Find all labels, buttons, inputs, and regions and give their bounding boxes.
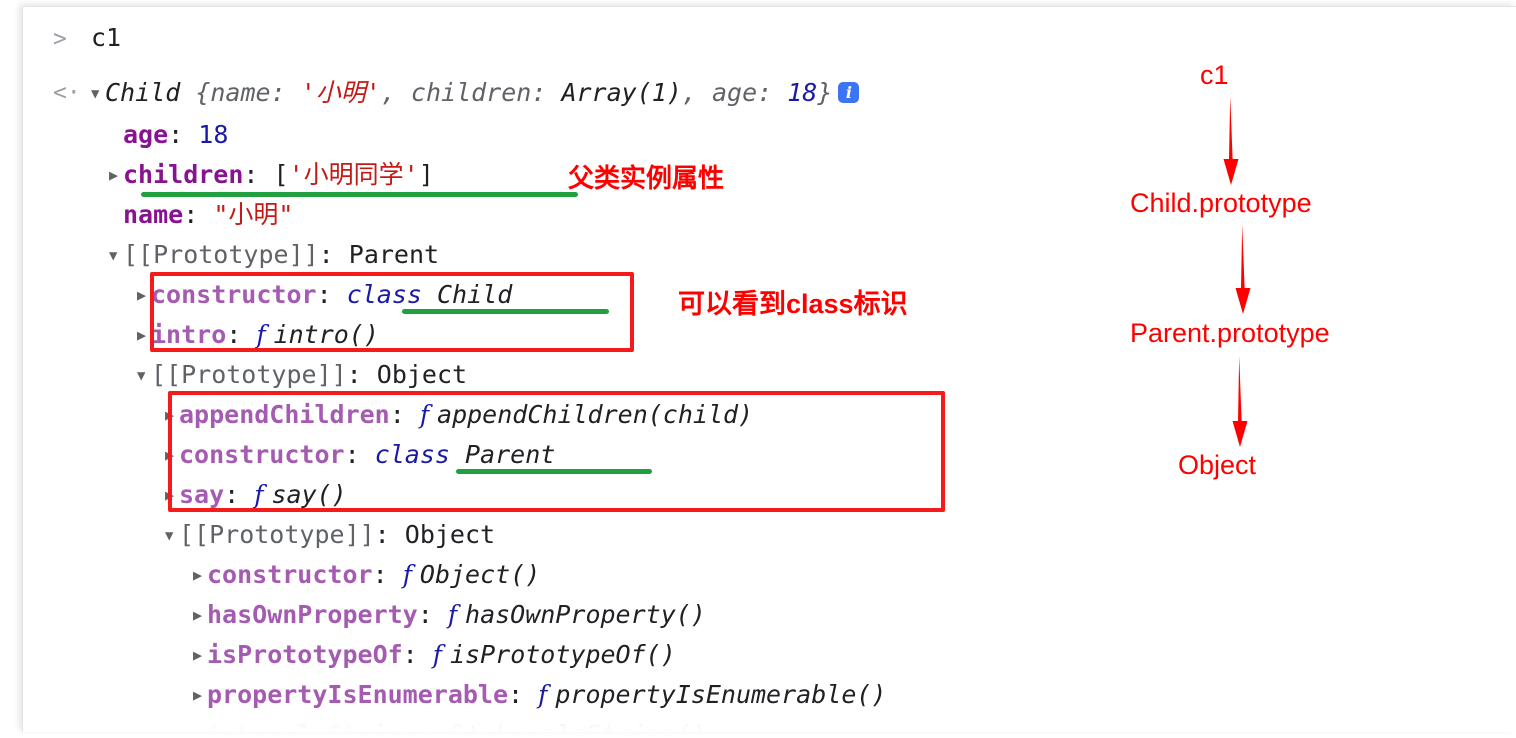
preview-comma: , <box>681 78 712 107</box>
preview-close-brace: } <box>817 78 833 107</box>
collapse-triangle-icon[interactable]: ▼ <box>165 522 179 550</box>
property-key: toLocaleString <box>207 720 418 733</box>
preview-separator: : <box>531 78 562 107</box>
red-highlight-box <box>150 272 634 352</box>
property-colon: : <box>417 600 448 629</box>
function-f-icon: f <box>432 640 450 669</box>
preview-open-brace: { <box>180 78 211 107</box>
preview-key: age <box>711 78 758 107</box>
function-f-icon: f <box>538 680 556 709</box>
preview-comma: , <box>380 78 411 107</box>
object-header-row[interactable]: ▼ Child {name: '小明', children: Array(1), … <box>91 78 860 108</box>
diagram-arrow-icon <box>1232 356 1248 447</box>
red-highlight-box <box>168 391 945 512</box>
property-row[interactable]: ▶ constructor: f Object() <box>193 561 540 589</box>
expand-triangle-icon[interactable]: ▶ <box>109 161 123 189</box>
diagram-node-label: Child.prototype <box>1130 188 1312 218</box>
expand-triangle-icon[interactable]: ▼ <box>91 80 105 108</box>
property-colon: : <box>168 120 199 149</box>
diagram-node-label: Object <box>1178 450 1257 480</box>
property-value: 18 <box>198 120 229 149</box>
property-row[interactable]: ▼ [[Prototype]]: Object <box>165 521 495 550</box>
expand-triangle-icon[interactable]: ▶ <box>193 721 207 732</box>
property-row[interactable]: ▼ [[Prototype]]: Object <box>137 361 467 390</box>
property-row[interactable]: name: "小明" <box>109 201 293 229</box>
info-icon[interactable]: i <box>838 82 860 103</box>
red-text-annotation: 父类实例属性 <box>568 163 725 193</box>
diagram-node-label: Parent.prototype <box>1130 318 1330 348</box>
collapse-triangle-icon[interactable]: ▼ <box>109 242 123 270</box>
preview-separator: : <box>270 78 301 107</box>
property-value: "小明" <box>213 200 294 229</box>
property-colon: : <box>346 360 377 389</box>
property-value: Object() <box>419 560 541 589</box>
preview-value: 18 <box>787 78 818 107</box>
property-value: Parent <box>348 240 440 269</box>
property-key: constructor <box>207 560 373 589</box>
expand-triangle-icon[interactable]: ▶ <box>193 681 207 709</box>
property-row[interactable]: ▶ hasOwnProperty: f hasOwnProperty() <box>193 601 706 629</box>
property-colon: : <box>374 520 405 549</box>
green-underline-annotation <box>141 192 578 197</box>
property-colon: : <box>183 200 214 229</box>
object-preview: name: '小明', children: Array(1), age: 18 <box>210 78 817 107</box>
property-colon: : <box>402 640 433 669</box>
property-value: isPrototypeOf() <box>449 640 676 669</box>
preview-value: '小明' <box>300 78 381 107</box>
property-value: propertyIsEnumerable() <box>555 680 887 709</box>
property-row[interactable]: age: 18 <box>109 121 228 149</box>
console-prompt-icon: > <box>53 26 67 52</box>
expand-triangle-icon[interactable]: ▶ <box>137 321 151 349</box>
property-key: name <box>123 200 184 229</box>
property-value: hasOwnProperty() <box>465 600 706 629</box>
collapse-triangle-icon[interactable]: ▼ <box>137 362 151 390</box>
preview-separator: : <box>757 78 788 107</box>
property-key: propertyIsEnumerable <box>207 680 509 709</box>
expand-triangle-icon[interactable]: ▶ <box>193 561 207 589</box>
console-output-icon: <· <box>53 80 81 106</box>
property-colon: : <box>418 720 448 733</box>
preview-key: name <box>210 78 271 107</box>
diagram-arrow-icon <box>1235 224 1251 314</box>
diagram-arrow-icon <box>1223 96 1239 185</box>
red-text-annotation: 可以看到class标识 <box>678 289 908 319</box>
property-colon: : <box>243 160 274 189</box>
property-key: [[Prototype]] <box>123 240 319 269</box>
preview-key: children <box>410 78 532 107</box>
object-constructor-name: Child <box>105 78 181 107</box>
prototype-chain-diagram: c1 Child.prototype Parent.prototype Object <box>1130 60 1510 530</box>
expand-triangle-icon[interactable]: ▶ <box>193 601 207 629</box>
property-key: isPrototypeOf <box>207 640 403 669</box>
function-f-icon: f <box>447 600 466 629</box>
property-row[interactable]: ▶ propertyIsEnumerable: f propertyIsEnume… <box>193 681 886 709</box>
property-key: [[Prototype]] <box>151 360 347 389</box>
expand-triangle-icon[interactable]: ▶ <box>137 281 151 309</box>
property-value: toLocaleString() <box>465 720 706 733</box>
property-key: hasOwnProperty <box>207 600 418 629</box>
property-colon: : <box>318 240 349 269</box>
property-row[interactable]: ▶toLocaleString: f toLocaleString() <box>193 720 706 733</box>
property-value: Object <box>404 520 496 549</box>
preview-value: Array(1) <box>561 78 682 107</box>
console-input-expression[interactable]: c1 <box>91 24 121 52</box>
property-row[interactable]: ▶ children: ['小明同学'] <box>109 161 434 189</box>
diagram-node-label: c1 <box>1200 60 1229 90</box>
property-key: age <box>123 120 169 149</box>
property-colon: : <box>372 560 403 589</box>
property-key: [[Prototype]] <box>179 520 375 549</box>
property-row[interactable]: ▶ isPrototypeOf: f isPrototypeOf() <box>193 641 676 669</box>
property-key: children <box>123 160 244 189</box>
property-value: '小明同学' <box>288 160 419 189</box>
function-f-icon: f <box>402 560 420 589</box>
property-value: Object <box>376 360 468 389</box>
function-f-icon: f <box>448 720 465 733</box>
property-row[interactable]: ▼ [[Prototype]]: Parent <box>109 241 439 270</box>
array-bracket-close: ] <box>418 160 434 189</box>
property-colon: : <box>508 680 539 709</box>
array-bracket-open: [ <box>273 160 289 189</box>
expand-triangle-icon[interactable]: ▶ <box>193 641 207 669</box>
